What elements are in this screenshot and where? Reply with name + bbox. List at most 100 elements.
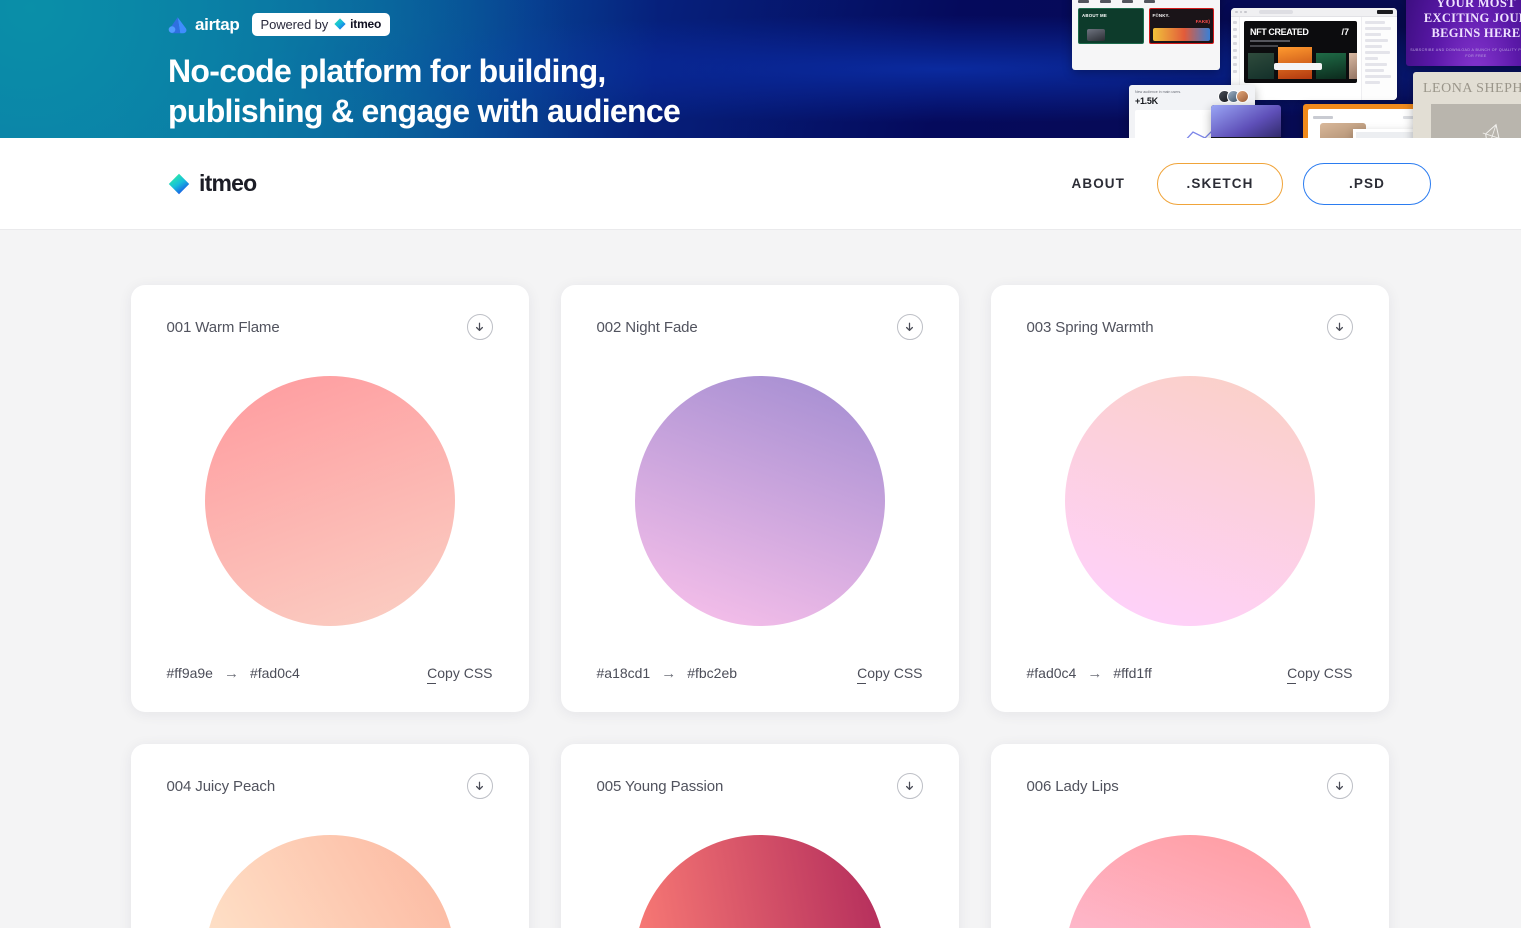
gradient-hex-values: #a18cd1 → #fbc2eb (597, 665, 738, 682)
leona-sculpture-icon (1482, 123, 1502, 138)
airtap-logo[interactable]: airtap (168, 15, 240, 35)
gradient-preview-area (167, 343, 493, 658)
download-arrow-icon (1335, 322, 1344, 331)
gradient-arrow-icon: → (661, 664, 677, 682)
nft-right-panel (1361, 17, 1397, 100)
gradient-preview-circle (1064, 375, 1315, 626)
dark-nft-image (1211, 105, 1281, 137)
gradient-preview-circle (204, 834, 455, 928)
promo-brand-row: airtap Powered by itmeo (168, 12, 680, 37)
gradient-card[interactable]: 006 Lady Lips #ff9a9e → #fecfef Copy CSS (990, 744, 1389, 928)
thumbnail-purple-poster: YOUR MOST EXCITING JOUR BEGINS HERE SUBS… (1406, 0, 1521, 66)
analytics-header: New audience in main users. +1.5K (1129, 85, 1255, 106)
gradient-card[interactable]: 005 Young Passion #ff8177 → #b12a5b Copy… (560, 744, 959, 928)
gradient-card-header: 003 Spring Warmth (1027, 311, 1353, 343)
header-nav: ABOUT .SKETCH .PSD (1060, 162, 1431, 205)
thumbnail-dark-nft-card: Abstract shape NFT (1211, 105, 1281, 138)
thumbnail-nft-editor: NFT CREATED /7 (1231, 8, 1397, 100)
gradient-preview-circle (634, 375, 885, 626)
promo-banner-content: airtap Powered by itmeo No-code platform… (168, 12, 681, 131)
gradient-card-header: 002 Night Fade (597, 311, 923, 343)
nft-hero-counter: /7 (1341, 27, 1349, 37)
purple-poster-line-3: BEGINS HERE (1431, 26, 1521, 40)
gradient-card-footer: #a18cd1 → #fbc2eb Copy CSS (597, 658, 923, 688)
nft-canvas: NFT CREATED /7 (1240, 17, 1361, 100)
gradient-hex-from: #a18cd1 (596, 665, 651, 681)
gradient-grid-section: 001 Warm Flame #ff9a9e → #fad0c4 Copy CS… (0, 230, 1521, 928)
thumbnail-leona-poster: LEONA SHEPHE (1413, 72, 1521, 138)
gradient-preview-area (1027, 343, 1353, 658)
copy-css-button[interactable]: Copy CSS (427, 665, 493, 684)
work-card-fonky-fake: F©NKY. FAKE) (1148, 8, 1214, 44)
nft-hero-title: NFT CREATED (1250, 27, 1309, 37)
work-card-about-me: ABOUT ME (1078, 8, 1144, 44)
work-card-a-caption: ABOUT ME (1082, 13, 1108, 18)
promo-banner[interactable]: airtap Powered by itmeo No-code platform… (0, 0, 1521, 138)
gradient-card[interactable]: 002 Night Fade #a18cd1 → #fbc2eb Copy CS… (560, 285, 959, 712)
gradient-hex-from: #ff9a9e (166, 665, 213, 681)
download-arrow-icon (475, 781, 484, 790)
gradient-preview-circle (204, 375, 455, 626)
gradient-card-title: 001 Warm Flame (166, 318, 280, 336)
download-gradient-button[interactable] (466, 773, 493, 799)
analytics-value: +1.5K (1135, 96, 1158, 106)
gradient-preview-circle (634, 834, 885, 928)
gradient-hex-to: #ffd1ff (1113, 665, 1152, 681)
download-psd-button[interactable]: .PSD (1303, 162, 1431, 205)
gradient-card[interactable]: 003 Spring Warmth #fad0c4 → #ffd1ff Copy… (990, 285, 1389, 712)
gradient-hex-to: #fbc2eb (687, 665, 738, 681)
promo-thumbnail-collage: ABOUT ME F©NKY. FAKE) NFT CREATED /7 YOU… (1061, 0, 1521, 138)
gradient-card-header: 006 Lady Lips (1027, 770, 1353, 802)
gradient-hex-values: #fad0c4 → #ffd1ff (1027, 665, 1152, 682)
gradient-hex-values: #ff9a9e → #fad0c4 (167, 665, 300, 682)
itmeo-diamond-icon (168, 173, 190, 194)
gradient-card-footer: #fad0c4 → #ffd1ff Copy CSS (1027, 658, 1353, 688)
download-gradient-button[interactable] (1326, 773, 1353, 799)
analytics-label: New audience in main users. (1135, 90, 1182, 94)
gradient-hex-from: #fad0c4 (1026, 665, 1077, 681)
leona-poster-title: LEONA SHEPHE (1423, 81, 1521, 96)
nav-about-link[interactable]: ABOUT (1060, 176, 1138, 191)
nft-editor-body: NFT CREATED /7 (1231, 17, 1397, 100)
site-header: itmeo ABOUT .SKETCH .PSD (0, 138, 1521, 230)
work-card-b-caption: F©NKY. (1152, 13, 1170, 18)
download-arrow-icon (1335, 781, 1344, 790)
copy-css-button[interactable]: Copy CSS (857, 665, 923, 684)
gradient-preview-area (167, 802, 493, 928)
analytics-avatars (1218, 90, 1249, 103)
gradient-preview-area (597, 343, 923, 658)
site-logo-text: itmeo (199, 170, 257, 196)
download-gradient-button[interactable] (896, 773, 923, 799)
download-arrow-icon (905, 781, 914, 790)
gradient-card-footer: #ff9a9e → #fad0c4 Copy CSS (167, 658, 493, 688)
thumbnail-social-profile: ABOUT ME F©NKY. FAKE) (1072, 0, 1220, 70)
gradient-card[interactable]: 001 Warm Flame #ff9a9e → #fad0c4 Copy CS… (130, 285, 529, 712)
powered-by-badge: Powered by itmeo (251, 13, 391, 36)
work-card-c-caption: FAKE) (1195, 20, 1210, 25)
copy-css-button[interactable]: Copy CSS (1287, 665, 1353, 684)
gradient-arrow-icon: → (1087, 664, 1103, 682)
download-arrow-icon (475, 322, 484, 331)
gradient-card-header: 001 Warm Flame (167, 311, 493, 343)
download-sketch-button[interactable]: .SKETCH (1157, 162, 1283, 205)
download-gradient-button[interactable] (466, 314, 493, 340)
gradient-preview-circle (1064, 834, 1315, 928)
gradient-card-title: 002 Night Fade (596, 318, 698, 336)
download-gradient-button[interactable] (1326, 314, 1353, 340)
nft-hero: NFT CREATED /7 (1244, 21, 1357, 83)
dark-nft-title: Abstract shape NFT (1211, 137, 1281, 138)
nft-browser-bar (1231, 8, 1397, 17)
profile-work-cards: ABOUT ME F©NKY. FAKE) (1072, 6, 1220, 46)
download-gradient-button[interactable] (896, 314, 923, 340)
gradient-preview-area (1027, 802, 1353, 928)
promo-headline: No-code platform for building, publishin… (168, 53, 681, 129)
leona-poster-image (1431, 104, 1521, 138)
gradient-card-title: 005 Young Passion (596, 777, 724, 795)
gradient-arrow-icon: → (223, 664, 239, 682)
purple-poster-line-2: EXCITING JOUR (1423, 11, 1521, 25)
site-logo[interactable]: itmeo (168, 170, 257, 197)
gradient-card-title: 006 Lady Lips (1026, 777, 1119, 795)
gradient-card[interactable]: 004 Juicy Peach #ffecd2 → #fcb69f Copy C… (130, 744, 529, 928)
purple-poster-subline: SUBSCRIBE AND DOWNLOAD A BUNCH OF QUALIT… (1410, 48, 1521, 58)
airtap-droplet-icon (168, 16, 187, 33)
